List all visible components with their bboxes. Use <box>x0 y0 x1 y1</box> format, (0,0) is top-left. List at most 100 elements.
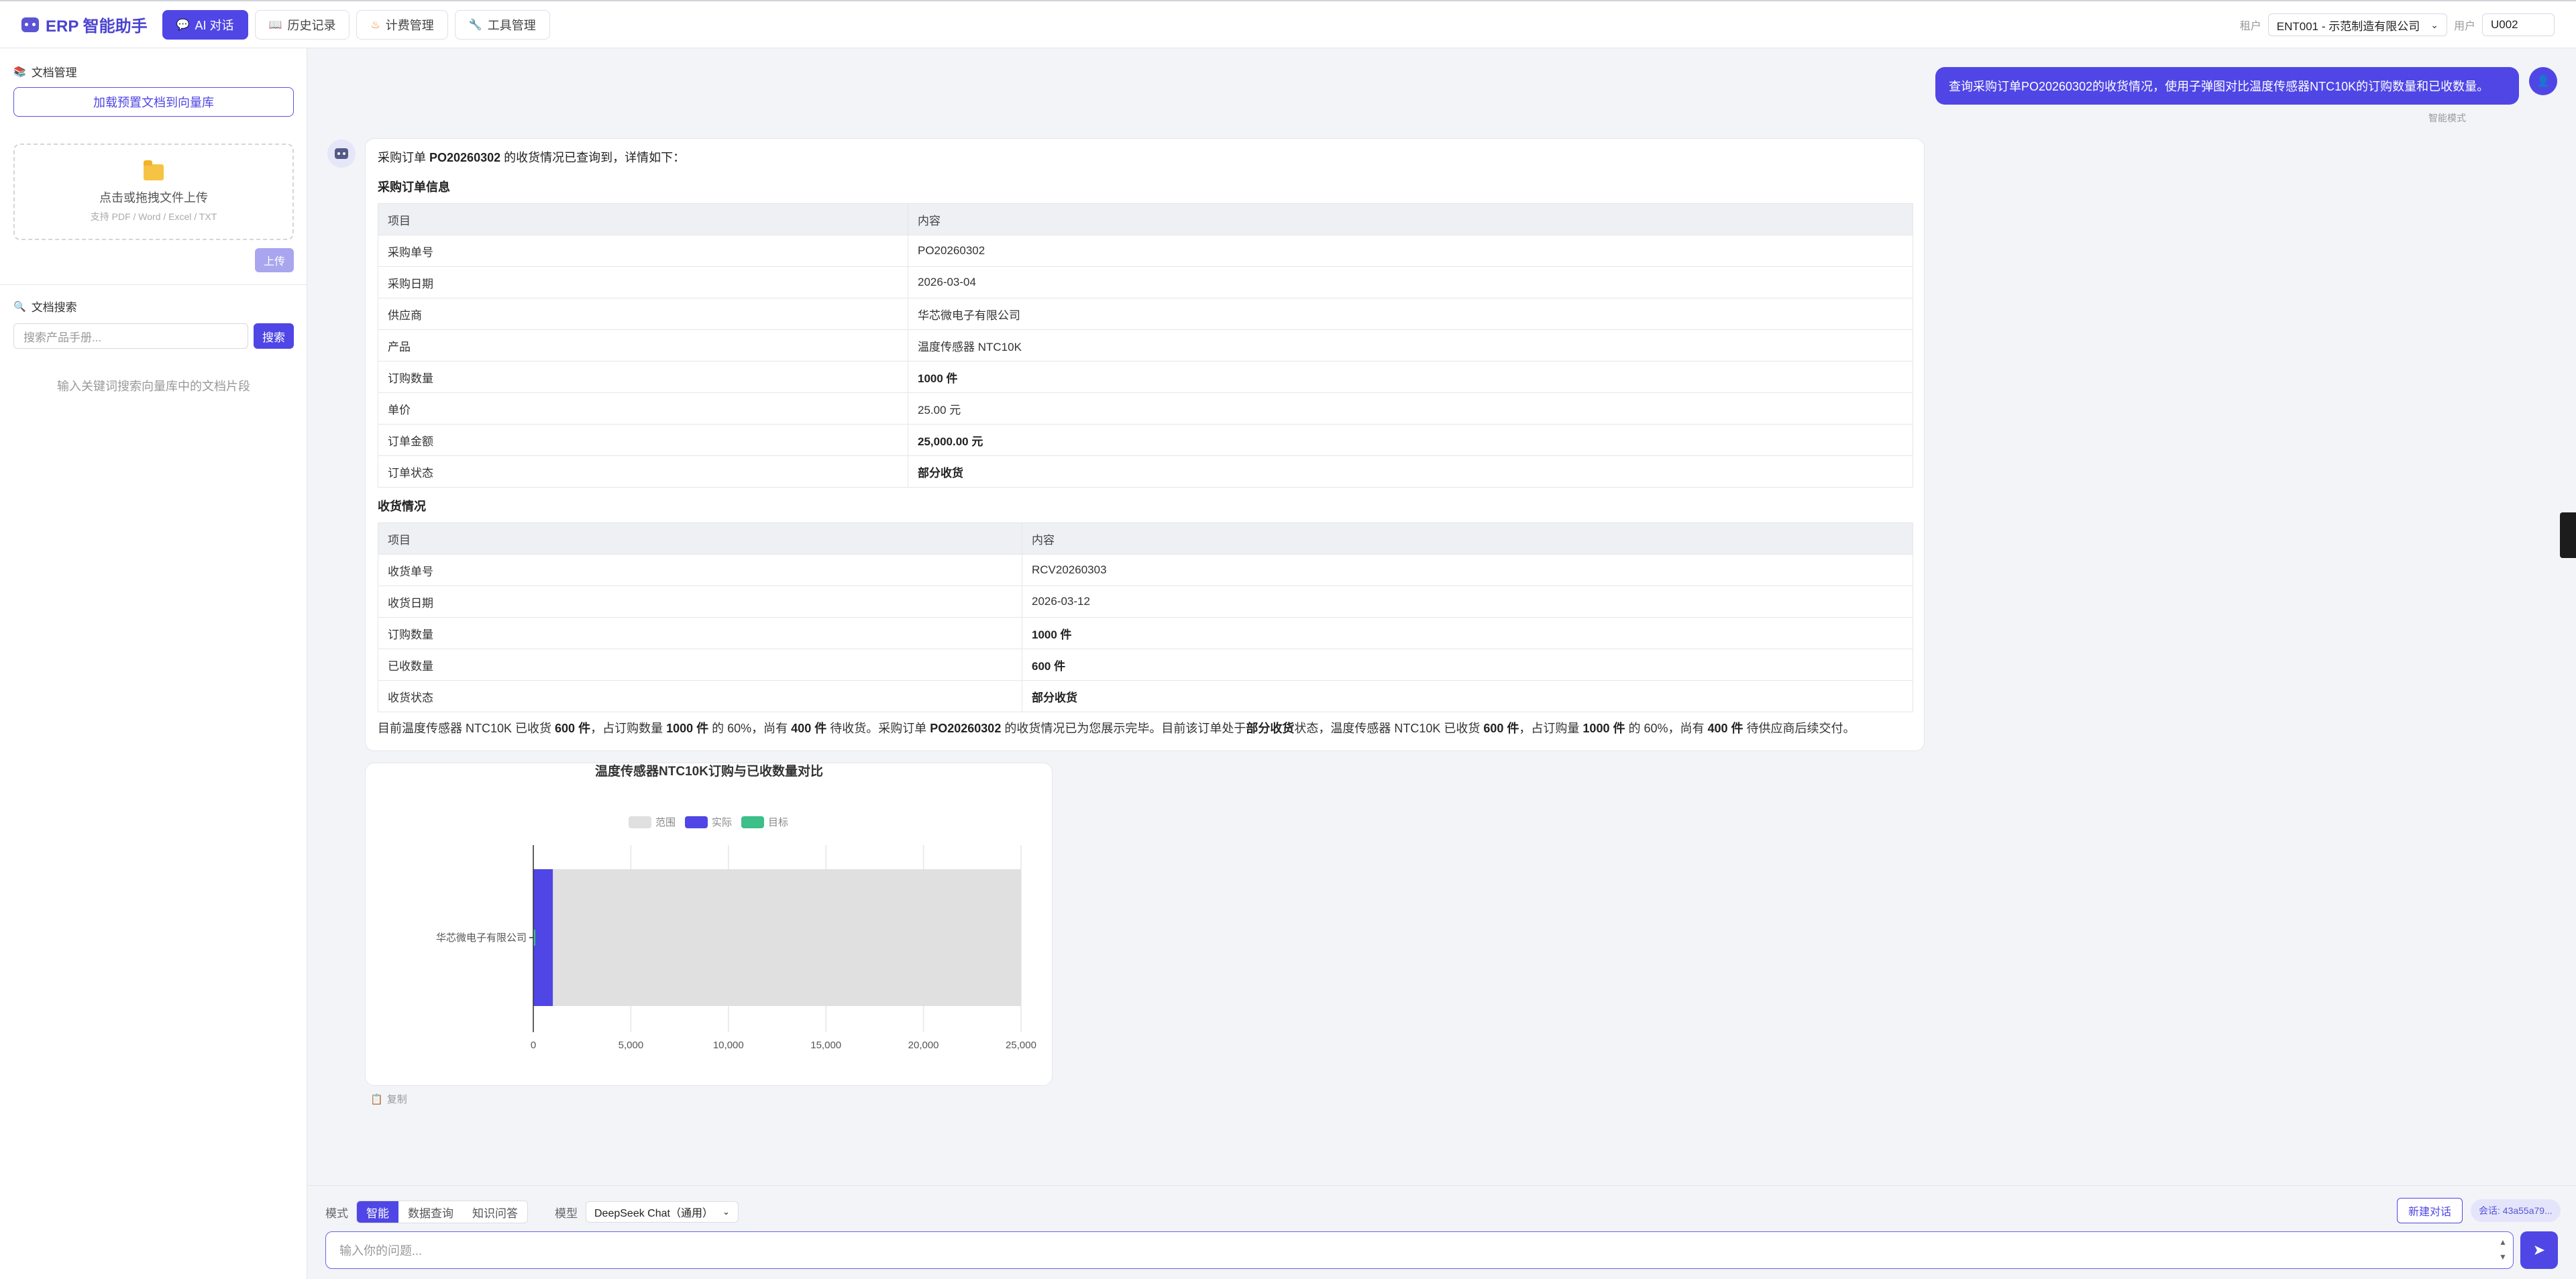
summary-bold: 600 件 <box>555 722 591 735</box>
range-bar <box>533 869 1021 1006</box>
table-header-cell: 内容 <box>1022 522 1913 555</box>
section-label: 文档管理 <box>31 66 77 79</box>
summary-text: 的 60%，尚有 <box>708 722 792 735</box>
order-info-table: 项目 内容 采购单号 PO20260302 采购日期 2026-03-04 供应商华… <box>378 203 1913 488</box>
summary-bold: PO20260302 <box>930 722 1002 735</box>
mode-knowledge-qa[interactable]: 知识问答 <box>463 1201 527 1223</box>
mode-data-query[interactable]: 数据查询 <box>398 1201 463 1223</box>
model-value: DeepSeek Chat（通用） <box>594 1208 713 1219</box>
intro-text: 采购订单 <box>378 151 430 164</box>
summary-bold: 部分收货 <box>1246 722 1295 735</box>
chevron-down-icon: ⌄ <box>722 1207 730 1217</box>
x-tick-label: 10,000 <box>713 1040 744 1051</box>
model-select[interactable]: DeepSeek Chat（通用） ⌄ <box>586 1201 739 1223</box>
table-row: 订购数量 1000 件 <box>378 361 1913 393</box>
dropzone-text: 点击或拖拽文件上传 <box>99 191 208 205</box>
x-tick-label: 5,000 <box>619 1040 644 1051</box>
robot-icon <box>21 17 39 32</box>
send-icon: ➤ <box>2532 1241 2546 1258</box>
tab-label: AI 对话 <box>195 18 234 32</box>
table-row: 订单金额 25,000.00 元 <box>378 424 1913 456</box>
user-label: 用户 <box>2453 21 2475 32</box>
upload-button[interactable]: 上传 <box>255 248 294 272</box>
category-label: 华芯微电子有限公司 <box>436 932 527 944</box>
bot-avatar-icon <box>327 140 356 168</box>
wrench-icon: 🔧 <box>468 19 482 31</box>
app-logo: ERP 智能助手 <box>21 13 148 36</box>
summary-bold: 600 件 <box>1483 722 1519 735</box>
sidebar: 📚 文档管理 加载预置文档到向量库 点击或拖拽文件上传 支持 PDF / Wor… <box>0 48 307 1279</box>
folder-icon <box>144 160 164 180</box>
resize-handle[interactable]: ▲ ▼ <box>2498 1235 2508 1264</box>
legend-swatch <box>741 816 764 828</box>
summary-text: 待供应商后续交付。 <box>1743 722 1856 735</box>
table-cell: 部分收货 <box>1022 680 1913 712</box>
table-cell: 2026-03-12 <box>1022 586 1913 618</box>
header-controls: 租户 ENT001 - 示范制造有限公司 ⌄ 用户 U002 <box>2240 13 2555 36</box>
table-row: 采购日期 2026-03-04 <box>378 266 1913 298</box>
mode-switch: 智能 数据查询 知识问答 <box>356 1201 528 1223</box>
table-cell: 华芯微电子有限公司 <box>908 298 1913 330</box>
model-label: 模型 <box>555 1207 578 1220</box>
chat-icon: 💬 <box>176 19 190 31</box>
tenant-label: 租户 <box>2239 21 2261 32</box>
table-cell: PO20260302 <box>908 235 1913 267</box>
tab-billing[interactable]: ♨ 计费管理 <box>356 9 448 40</box>
legend-swatch <box>629 816 651 828</box>
tenant-select[interactable]: ENT001 - 示范制造有限公司 ⌄ <box>2267 13 2447 36</box>
table-cell: 已收数量 <box>378 649 1022 681</box>
answer-summary: 目前温度传感器 NTC10K 已收货 600 件，占订购数量 1000 件 的 … <box>378 722 1856 734</box>
side-drawer-tab[interactable] <box>2560 512 2576 558</box>
table-cell: 600 件 <box>1022 649 1913 681</box>
assistant-message: 采购订单 PO20260302 的收货情况已查询到，详情如下： 采购订单信息 项… <box>365 138 1925 751</box>
summary-text: 状态，温度传感器 NTC10K 已收货 <box>1294 722 1484 735</box>
tab-history[interactable]: 📖 历史记录 <box>254 9 350 40</box>
table-row: 已收数量 600 件 <box>378 649 1913 681</box>
tab-label: 计费管理 <box>385 18 434 32</box>
table-cell: 2026-03-04 <box>908 266 1913 298</box>
table-cell: 采购日期 <box>378 266 908 298</box>
legend-label: 目标 <box>768 817 788 828</box>
load-preset-docs-button[interactable]: 加载预置文档到向量库 <box>13 87 294 117</box>
table-header-cell: 项目 <box>378 522 1022 555</box>
legend-label: 实际 <box>712 817 732 828</box>
tab-tools[interactable]: 🔧 工具管理 <box>454 9 550 40</box>
copy-button[interactable]: 📋 复制 <box>370 1092 407 1106</box>
mode-tag: 智能模式 <box>2428 113 2466 123</box>
legend-label: 范围 <box>655 817 676 828</box>
book-icon: 📖 <box>268 19 282 31</box>
table-cell: 产品 <box>378 329 908 362</box>
mode-smart[interactable]: 智能 <box>357 1201 398 1223</box>
answer-intro: 采购订单 PO20260302 的收货情况已查询到，详情如下： <box>378 152 685 164</box>
search-button[interactable]: 搜索 <box>254 323 294 349</box>
table-cell: 部分收货 <box>908 455 1913 488</box>
doc-management-title: 📚 文档管理 <box>13 63 77 80</box>
summary-bold: 1000 件 <box>666 722 709 735</box>
summary-bold: 1000 件 <box>1582 722 1625 735</box>
table-cell: 单价 <box>378 392 908 425</box>
table-cell: 订单状态 <box>378 455 908 488</box>
copy-label: 复制 <box>386 1094 407 1105</box>
doc-search-input[interactable]: 搜索产品手册... <box>13 323 248 349</box>
bullet-chart: 温度传感器NTC10K订购与已收数量对比范围 实际 目标 0 5,000 10,000 15… <box>436 763 1036 1051</box>
legend-swatch <box>685 816 708 828</box>
table-cell: 订购数量 <box>378 617 1022 649</box>
question-input[interactable]: 输入你的问题... ▲ ▼ <box>325 1231 2514 1269</box>
user-message: 查询采购订单PO20260302的收货情况，使用子弹图对比温度传感器NTC10K… <box>1935 67 2519 105</box>
table-row: 收货状态 部分收货 <box>378 680 1913 712</box>
user-avatar-icon: 👤 <box>2529 67 2557 95</box>
table-row: 单价 25.00 元 <box>378 392 1913 425</box>
send-button[interactable]: ➤ <box>2520 1231 2558 1269</box>
table-row: 收货单号 RCV20260303 <box>378 554 1913 586</box>
tenant-value: ENT001 - 示范制造有限公司 <box>2276 19 2420 33</box>
dropzone-subtext: 支持 PDF / Word / Excel / TXT <box>90 211 217 222</box>
fire-icon: ♨ <box>370 19 380 31</box>
user-input[interactable]: U002 <box>2482 13 2555 36</box>
tab-ai-chat[interactable]: 💬 AI 对话 <box>162 9 248 40</box>
file-dropzone[interactable]: 点击或拖拽文件上传 支持 PDF / Word / Excel / TXT <box>13 144 294 240</box>
summary-text: ，占订购数量 <box>590 722 667 735</box>
table-row: 供应商 华芯微电子有限公司 <box>378 298 1913 330</box>
table-cell: 25.00 元 <box>908 392 1913 425</box>
new-chat-button[interactable]: 新建对话 <box>2397 1198 2463 1223</box>
chevron-down-icon: ⌄ <box>2430 19 2438 30</box>
